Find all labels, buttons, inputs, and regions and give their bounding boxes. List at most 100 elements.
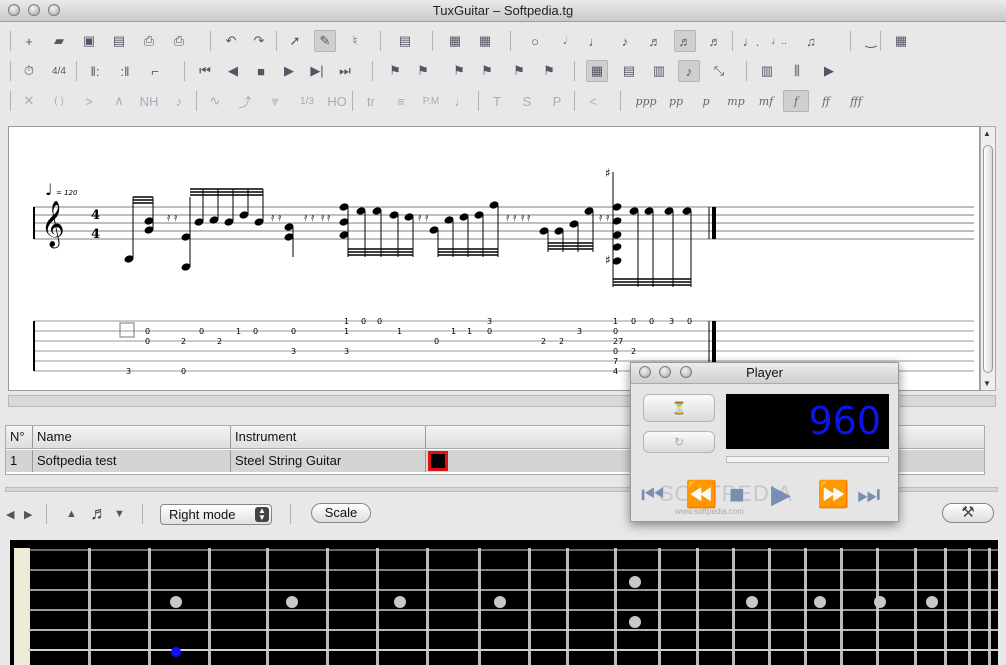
harmonic-icon[interactable]: NH (138, 90, 160, 112)
scroll-up-arrow-icon[interactable]: ▲ (983, 129, 991, 138)
score-editor[interactable]: 𝄞 4 4 ♩ = 120 𝄿 𝄿 𝄿 𝄿 𝄿 𝄿 𝄿 𝄿 𝄿 𝄿 𝄿 𝄿 𝄿 𝄿 𝄿 𝄿 ♯ ♯ 1 0 0 3 1 0 0 3 0 0 0 1 0… (8, 126, 980, 391)
view-multitrack-icon[interactable]: ▥ (648, 60, 670, 82)
dynamic-pp-button[interactable]: pp (663, 90, 689, 112)
loop-button[interactable]: ↻ (643, 431, 715, 453)
settings-tool-button[interactable]: ⚒ (942, 503, 994, 523)
fretboard-icon[interactable]: ▥ (756, 60, 778, 82)
scroll-down-arrow-icon[interactable]: ▼ (983, 379, 991, 388)
whole-note-icon[interactable]: ○ (524, 30, 546, 52)
marker-list-icon[interactable]: ⚑ (412, 60, 434, 82)
print-preview-icon[interactable]: ⎙ (168, 30, 190, 52)
fade-in-icon[interactable]: < (582, 90, 604, 112)
alternate-ending-icon[interactable]: ⌐ (144, 60, 166, 82)
add-measure-icon[interactable]: ▦ (444, 30, 466, 52)
redo-icon[interactable]: ↷ (248, 30, 270, 52)
sixteenth-note-icon[interactable]: ♬ (644, 30, 666, 52)
view-compact-icon[interactable]: ⤡ (708, 60, 730, 82)
down-icon[interactable]: ▼ (114, 508, 125, 520)
natural-key-icon[interactable]: ♮ (344, 30, 366, 52)
player-zoom-button[interactable] (680, 366, 692, 378)
remove-measure-icon[interactable]: ▦ (474, 30, 496, 52)
half-note-icon[interactable]: 𝅗𝅥 (554, 30, 576, 52)
fretboard[interactable] (10, 540, 998, 665)
save-as-icon[interactable]: ▤ (108, 30, 130, 52)
view-score-icon[interactable]: ♪ (678, 60, 700, 82)
dynamic-mf-button[interactable]: mf (753, 90, 779, 112)
dynamic-f-button[interactable]: f (783, 90, 809, 112)
tie-icon[interactable]: ‿ (860, 30, 882, 52)
tuplet-icon[interactable]: ♫ (800, 30, 822, 52)
track-instrument[interactable]: Steel String Guitar (231, 450, 426, 472)
view-page-icon[interactable]: ▦ (586, 60, 608, 82)
last-icon[interactable]: ⏭ (857, 481, 880, 507)
sixty-fourth-note-icon[interactable]: ♬ (704, 30, 726, 52)
marker-add-icon[interactable]: ⚑ (384, 60, 406, 82)
measure-cell-selected[interactable] (428, 451, 448, 471)
save-icon[interactable]: ▣ (78, 30, 100, 52)
grace-note-icon[interactable]: ♪ (168, 90, 190, 112)
next-icon[interactable]: ⏩ (817, 481, 849, 507)
layout-menu-icon[interactable]: ▦ (890, 30, 912, 52)
first-icon[interactable]: ⏮ (641, 481, 664, 507)
track-name[interactable]: Softpedia test (33, 450, 231, 472)
undo-icon[interactable]: ↶ (220, 30, 242, 52)
tremolo-bar-icon[interactable]: ⩔ (264, 90, 286, 112)
trill-icon[interactable]: tr (360, 90, 382, 112)
metronome-icon[interactable]: ⏱ (18, 60, 40, 82)
thirty-second-note-icon[interactable]: ♬ (674, 30, 696, 52)
tremolo-picking-icon[interactable]: ≡ (390, 90, 412, 112)
bend-icon[interactable]: ⤴ (234, 90, 256, 112)
playback-progress[interactable] (726, 456, 889, 463)
dynamic-ff-button[interactable]: ff (813, 90, 839, 112)
double-dotted-note-icon[interactable]: ♩.. (768, 30, 790, 52)
tapping-icon[interactable]: T (486, 90, 508, 112)
dynamic-fff-button[interactable]: fff (843, 90, 869, 112)
dynamic-mp-button[interactable]: mp (723, 90, 749, 112)
metronome-button[interactable]: ⏳ (643, 394, 715, 422)
score-properties-icon[interactable]: ▤ (394, 30, 416, 52)
player-close-button[interactable] (639, 366, 651, 378)
marker-last-icon[interactable]: ⚑ (538, 60, 560, 82)
open-folder-icon[interactable]: ▰ (48, 30, 70, 52)
new-document-icon[interactable]: + (18, 30, 40, 52)
quarter-note-icon[interactable]: ♩ (584, 30, 606, 52)
marker-next-icon[interactable]: ⚑ (508, 60, 530, 82)
previous-measure-icon[interactable]: ◀ (222, 60, 244, 82)
note-icon[interactable]: ♬ (90, 503, 108, 524)
scroll-thumb[interactable] (983, 145, 993, 373)
eighth-note-icon[interactable]: ♪ (614, 30, 636, 52)
play-icon[interactable]: ▶ (278, 60, 300, 82)
staccato-icon[interactable]: ♩ (450, 90, 472, 112)
play-icon[interactable]: ▶ (771, 481, 791, 507)
popping-icon[interactable]: P (546, 90, 568, 112)
mixer-icon[interactable]: ⫼ (786, 60, 808, 82)
mode-select[interactable]: Right mode ▲ ▼ (160, 504, 272, 525)
dead-note-icon[interactable]: ✕ (18, 90, 40, 112)
stop-icon[interactable]: ■ (729, 481, 745, 507)
next-icon[interactable]: ▶ (24, 508, 32, 521)
view-linear-icon[interactable]: ▤ (618, 60, 640, 82)
last-measure-icon[interactable]: ⏭ (334, 60, 356, 82)
previous-icon[interactable]: ◀ (6, 508, 14, 521)
previous-icon[interactable]: ⏪ (685, 481, 717, 507)
repeat-open-icon[interactable]: ‖: (84, 60, 106, 82)
score-vertical-scrollbar[interactable]: ▲ ▼ (980, 126, 996, 391)
marker-previous-icon[interactable]: ⚑ (476, 60, 498, 82)
scale-button[interactable]: Scale (311, 503, 371, 523)
accent-icon[interactable]: > (78, 90, 100, 112)
transport-icon[interactable]: ▶ (818, 60, 840, 82)
heavy-accent-icon[interactable]: ∧ (108, 90, 130, 112)
palm-mute-icon[interactable]: P.M (420, 90, 442, 112)
vibrato-icon[interactable]: ∿ (204, 90, 226, 112)
select-mode-icon[interactable]: ➚ (284, 30, 306, 52)
stop-icon[interactable]: ■ (250, 60, 272, 82)
dynamic-ppp-button[interactable]: ppp (633, 90, 659, 112)
player-minimize-button[interactable] (659, 366, 671, 378)
hammer-on-icon[interactable]: HO (326, 90, 348, 112)
first-measure-icon[interactable]: ⏮ (194, 60, 216, 82)
time-signature-icon[interactable]: 4/4 (48, 60, 70, 82)
marker-first-icon[interactable]: ⚑ (448, 60, 470, 82)
print-icon[interactable]: ⎙ (138, 30, 160, 52)
slapping-icon[interactable]: S (516, 90, 538, 112)
repeat-close-icon[interactable]: :‖ (114, 60, 136, 82)
